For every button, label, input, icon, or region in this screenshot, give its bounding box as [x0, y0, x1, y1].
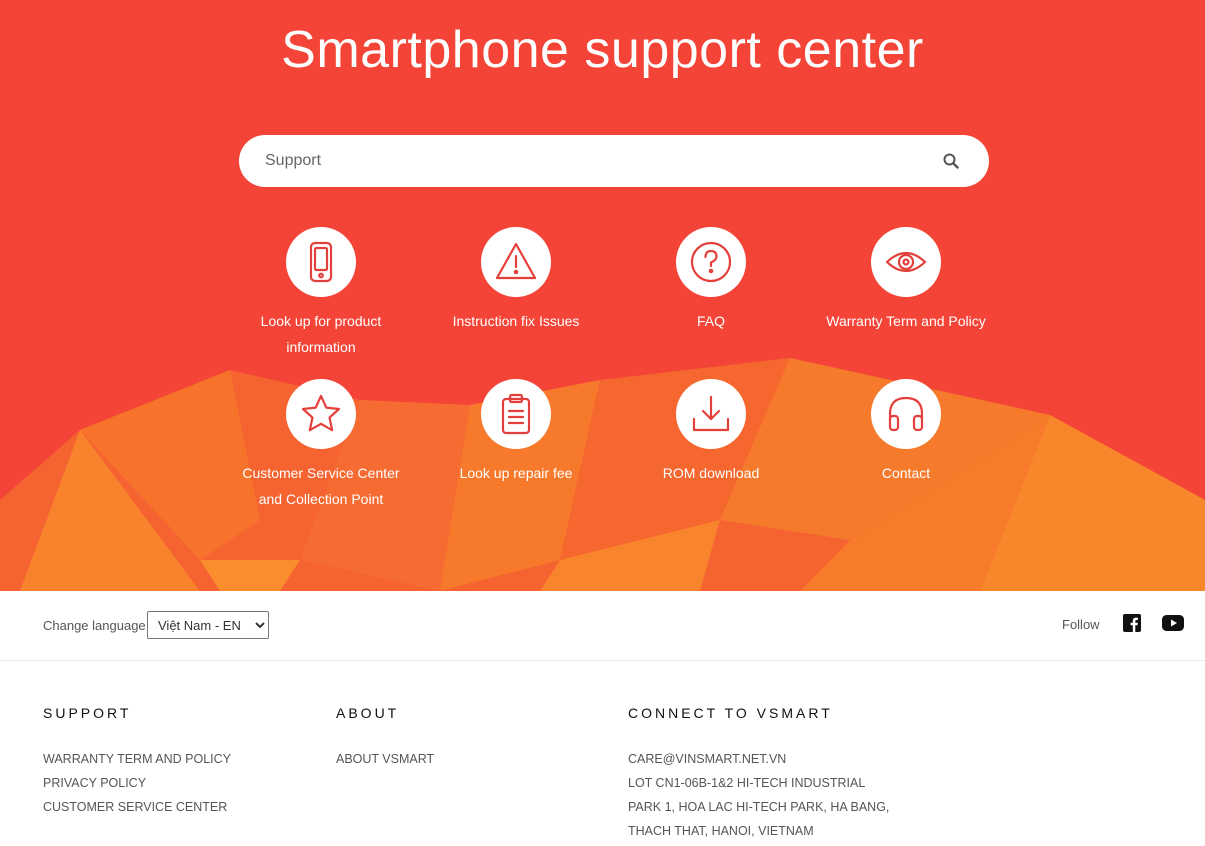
language-bar: Change language Việt Nam - EN Follow — [0, 591, 1205, 661]
tile-product-info[interactable]: Look up for product information — [231, 227, 411, 360]
youtube-icon[interactable] — [1162, 612, 1184, 634]
search-bar — [239, 135, 989, 187]
footer-address-line: PARK 1, HOA LAC HI-TECH PARK, HA BANG, — [628, 800, 890, 814]
tile-warranty-policy[interactable]: Warranty Term and Policy — [816, 227, 996, 334]
page-title: Smartphone support center — [281, 21, 924, 79]
hero-banner: Smartphone support center Look up for pr… — [0, 0, 1205, 591]
warning-icon — [495, 242, 537, 280]
tile-circle — [481, 227, 551, 297]
tile-faq[interactable]: FAQ — [621, 227, 801, 334]
tile-contact[interactable]: Contact — [816, 379, 996, 486]
footer-link-service-center[interactable]: CUSTOMER SERVICE CENTER — [43, 795, 231, 819]
footer-address-line: THACH THAT, HANOI, VIETNAM — [628, 824, 814, 838]
footer-address-line: LOT CN1-06B-1&2 HI-TECH INDUSTRIAL — [628, 776, 866, 790]
tile-label: ROM download — [662, 465, 760, 481]
clipboard-icon — [501, 393, 531, 435]
tile-label: Customer Service Center and Collection P… — [242, 465, 400, 507]
tile-instruction-fix[interactable]: Instruction fix Issues — [426, 227, 606, 334]
language-select[interactable]: Việt Nam - EN — [147, 611, 269, 639]
footer-email-link[interactable]: CARE@VINSMART.NET.VN — [628, 747, 889, 771]
tile-circle — [286, 379, 356, 449]
tile-label: Look up repair fee — [459, 465, 573, 481]
tile-label: Warranty Term and Policy — [826, 313, 986, 329]
footer-about-heading: ABOUT — [336, 705, 400, 721]
footer-about-column: ABOUT ABOUT VSMART — [336, 705, 434, 771]
follow-label: Follow — [1062, 617, 1100, 632]
tile-circle — [871, 227, 941, 297]
tile-repair-fee[interactable]: Look up repair fee — [426, 379, 606, 486]
facebook-icon[interactable] — [1121, 612, 1143, 634]
tile-circle — [871, 379, 941, 449]
change-language-label: Change language — [43, 618, 146, 633]
footer-link-about-vsmart[interactable]: ABOUT VSMART — [336, 747, 434, 771]
tile-label: Instruction fix Issues — [452, 313, 580, 329]
star-icon — [301, 394, 341, 432]
footer-support-heading: SUPPORT — [43, 705, 132, 721]
footer-link-warranty[interactable]: WARRANTY TERM AND POLICY — [43, 747, 231, 771]
search-input[interactable] — [265, 135, 915, 187]
smartphone-icon — [309, 241, 333, 283]
tile-label: FAQ — [696, 313, 725, 329]
footer-link-privacy[interactable]: PRIVACY POLICY — [43, 771, 231, 795]
headphones-icon — [888, 396, 924, 432]
tile-circle — [676, 227, 746, 297]
tile-circle — [676, 379, 746, 449]
footer-support-column: SUPPORT WARRANTY TERM AND POLICY PRIVACY… — [43, 705, 231, 819]
tile-circle — [481, 379, 551, 449]
search-icon[interactable] — [939, 149, 963, 173]
tile-rom-download[interactable]: ROM download — [621, 379, 801, 486]
question-icon — [690, 241, 732, 283]
tile-circle — [286, 227, 356, 297]
tile-label: Contact — [881, 465, 931, 481]
footer-connect-column: CONNECT TO VSMART CARE@VINSMART.NET.VN L… — [628, 705, 889, 843]
tile-label: Look up for product information — [260, 313, 382, 355]
tile-service-center[interactable]: Customer Service Center and Collection P… — [231, 379, 411, 512]
footer-connect-heading: CONNECT TO VSMART — [628, 705, 833, 721]
eye-icon — [885, 251, 927, 273]
download-icon — [692, 395, 730, 432]
